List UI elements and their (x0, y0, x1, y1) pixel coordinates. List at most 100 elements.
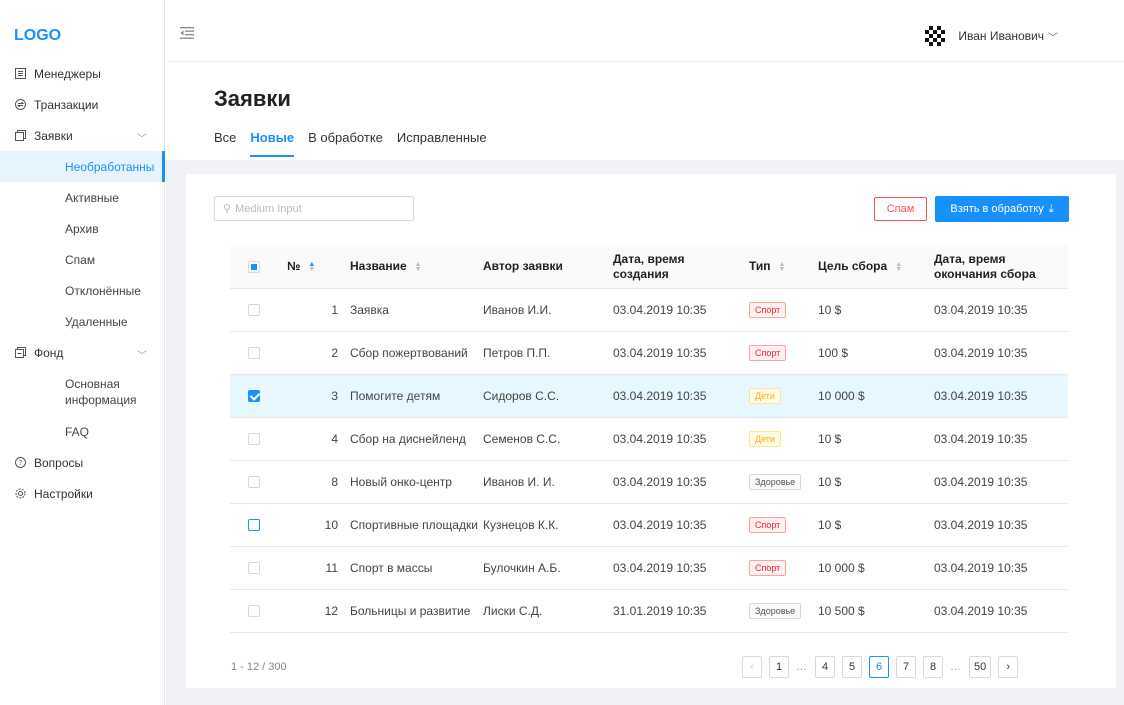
column-name[interactable]: Название ▲ ▼ (350, 245, 422, 288)
cell-name: Сбор пожертвований (350, 332, 468, 374)
top-bar: Иван Иванович ﹀ (166, 0, 1124, 62)
avatar (925, 25, 948, 47)
sort-icon: ▲ ▼ (895, 260, 903, 273)
table-row[interactable]: 11 Спорт в массы Булочкин А.Б. 03.04.2019 1… (230, 547, 1068, 590)
sort-icon: ▲ ▼ (778, 260, 786, 273)
sidebar-item-0[interactable]: Менеджеры (0, 58, 165, 89)
pagination: ‹ 1 … 4 5 6 7 8 … 50 › (742, 656, 1025, 678)
num-value: 3 (331, 389, 338, 403)
table-row[interactable]: 10 Спортивные площадки Кузнецов К.К. 03.04.… (230, 504, 1068, 547)
tab-1[interactable]: Новые (250, 130, 294, 157)
num-value: 1 (331, 303, 338, 317)
column-goal-label: Цель сбора (818, 259, 888, 273)
pagination-page-8[interactable]: 8 (923, 656, 943, 678)
cell-author: Иванов И. И. (483, 461, 555, 503)
sidebar-item-5[interactable]: Настройки (0, 478, 165, 509)
table-row[interactable]: 4 Сбор на диснейленд Семенов С.С. 03.04.201… (230, 418, 1068, 461)
menu-fold-icon[interactable] (180, 27, 194, 39)
pagination-page-7[interactable]: 7 (896, 656, 916, 678)
pagination-next-button[interactable]: › (998, 656, 1019, 678)
pagination-page-5[interactable]: 5 (842, 656, 862, 678)
sort-icon: ▲ ▼ (308, 260, 316, 273)
author-value: Кузнецов К.К. (483, 518, 559, 532)
sidebar-subitem[interactable]: Основная информация (0, 368, 165, 416)
author-value: Иванов И.И. (483, 303, 552, 317)
tab-3[interactable]: Исправленные (397, 130, 487, 157)
sidebar-subitem[interactable]: FAQ (0, 416, 165, 447)
cell-name: Новый онко-центр (350, 461, 452, 503)
table-body: 1 Заявка Иванов И.И. 03.04.2019 10:35 Спорт 1… (230, 289, 1068, 633)
requests-icon (14, 130, 26, 142)
sidebar-subitem[interactable]: Архив (0, 213, 165, 244)
goal-value: 10 000 $ (818, 389, 865, 403)
take-to-processing-button[interactable]: Взять в обработку ⤓ (935, 196, 1069, 222)
sidebar-subitem[interactable]: Активные (0, 182, 165, 213)
cell-name: Сбор на диснейленд (350, 418, 466, 460)
cell-name: Заявка (350, 289, 389, 331)
column-num[interactable]: № ▲ ▼ (287, 245, 315, 288)
cell-end: 03.04.2019 10:35 (934, 547, 1027, 589)
cell-num: 8 (230, 461, 338, 503)
cell-author: Семенов С.С. (483, 418, 560, 460)
name-value: Новый онко-центр (350, 475, 452, 489)
type-tag: Дети (749, 431, 781, 447)
cell-num: 1 (230, 289, 338, 331)
column-name-label: Название (350, 259, 407, 273)
column-type[interactable]: Тип ▲ ▼ (749, 245, 785, 288)
pagination-page-50[interactable]: 50 (969, 656, 992, 678)
author-value: Лиски С.Д. (483, 604, 543, 618)
goal-value: 10 500 $ (818, 604, 865, 618)
num-value: 11 (325, 561, 338, 575)
list-icon (14, 68, 26, 80)
pagination-page-4[interactable]: 4 (815, 656, 835, 678)
user-menu[interactable]: Иван Иванович ﹀ (925, 25, 1058, 47)
select-all-checkbox[interactable] (248, 260, 260, 273)
created-value: 03.04.2019 10:35 (613, 432, 707, 446)
sidebar-subitem[interactable]: Спам (0, 244, 165, 275)
chevron-down-icon: ﹀ (137, 351, 147, 362)
cell-type: Дети (749, 375, 781, 417)
sidebar-item-2[interactable]: Заявки ﹀ (0, 120, 165, 151)
logo[interactable]: LOGO (14, 27, 61, 45)
table-row[interactable]: 1 Заявка Иванов И.И. 03.04.2019 10:35 Спорт 1… (230, 289, 1068, 332)
pagination-page-1[interactable]: 1 (769, 656, 789, 678)
cell-type: Спорт (749, 504, 787, 546)
cell-created: 03.04.2019 10:35 (613, 504, 706, 546)
sidebar-item-3[interactable]: Фонд ﹀ (0, 337, 165, 368)
sidebar-subitem[interactable]: Отклонённые (0, 275, 165, 306)
sidebar-subitem[interactable]: Удаленные (0, 306, 165, 337)
column-created: Дата, время создания (613, 245, 713, 288)
sidebar-nav: Менеджеры Транзакции Заявки ﹀ Необработанны А… (0, 58, 165, 509)
pagination-ellipsis[interactable]: … (950, 661, 962, 673)
cell-num: 12 (230, 590, 338, 632)
sidebar-item-1[interactable]: Транзакции (0, 89, 165, 120)
column-end-label: Дата, время окончания сбора (934, 251, 1036, 281)
search-input[interactable]: ⚲ Medium Input (214, 196, 414, 221)
name-value: Заявка (350, 303, 389, 317)
requests-table: № ▲ ▼ Название ▲ ▼ Автор заявки Дата, врем… (230, 245, 1068, 633)
pagination-ellipsis[interactable]: … (796, 661, 808, 673)
tab-0[interactable]: Все (214, 130, 236, 157)
sidebar-item-4[interactable]: ? Вопросы (0, 447, 165, 478)
chevron-down-icon: ﹀ (1048, 32, 1058, 44)
cell-num: 10 (230, 504, 338, 546)
sidebar-item-label: Заявки (34, 128, 73, 143)
cell-end: 03.04.2019 10:35 (934, 418, 1027, 460)
settings-icon (14, 488, 26, 500)
pagination-prev-button[interactable]: ‹ (742, 656, 762, 678)
download-icon: ⤓ (1048, 202, 1054, 215)
sidebar-subitem[interactable]: Необработанны (0, 151, 165, 182)
author-value: Булочкин А.Б. (483, 561, 561, 575)
table-row[interactable]: 2 Сбор пожертвований Петров П.П. 03.04.2019… (230, 332, 1068, 375)
table-row[interactable]: 8 Новый онко-центр Иванов И. И. 03.04.2019 … (230, 461, 1068, 504)
sidebar-item-label: Настройки (34, 486, 93, 501)
author-value: Иванов И. И. (483, 475, 555, 489)
table-row[interactable]: 3 Помогите детям Сидоров С.С. 03.04.2019 10… (230, 375, 1068, 418)
column-goal[interactable]: Цель сбора ▲ ▼ (818, 245, 902, 288)
spam-button[interactable]: Спам (874, 197, 927, 221)
tab-2[interactable]: В обработке (308, 130, 383, 157)
pagination-page-6[interactable]: 6 (869, 656, 889, 678)
table-row[interactable]: 12 Больницы и развитие Лиски С.Д. 31.01.201… (230, 590, 1068, 633)
goal-value: 10 $ (818, 475, 842, 489)
name-value: Сбор на диснейленд (350, 432, 466, 446)
